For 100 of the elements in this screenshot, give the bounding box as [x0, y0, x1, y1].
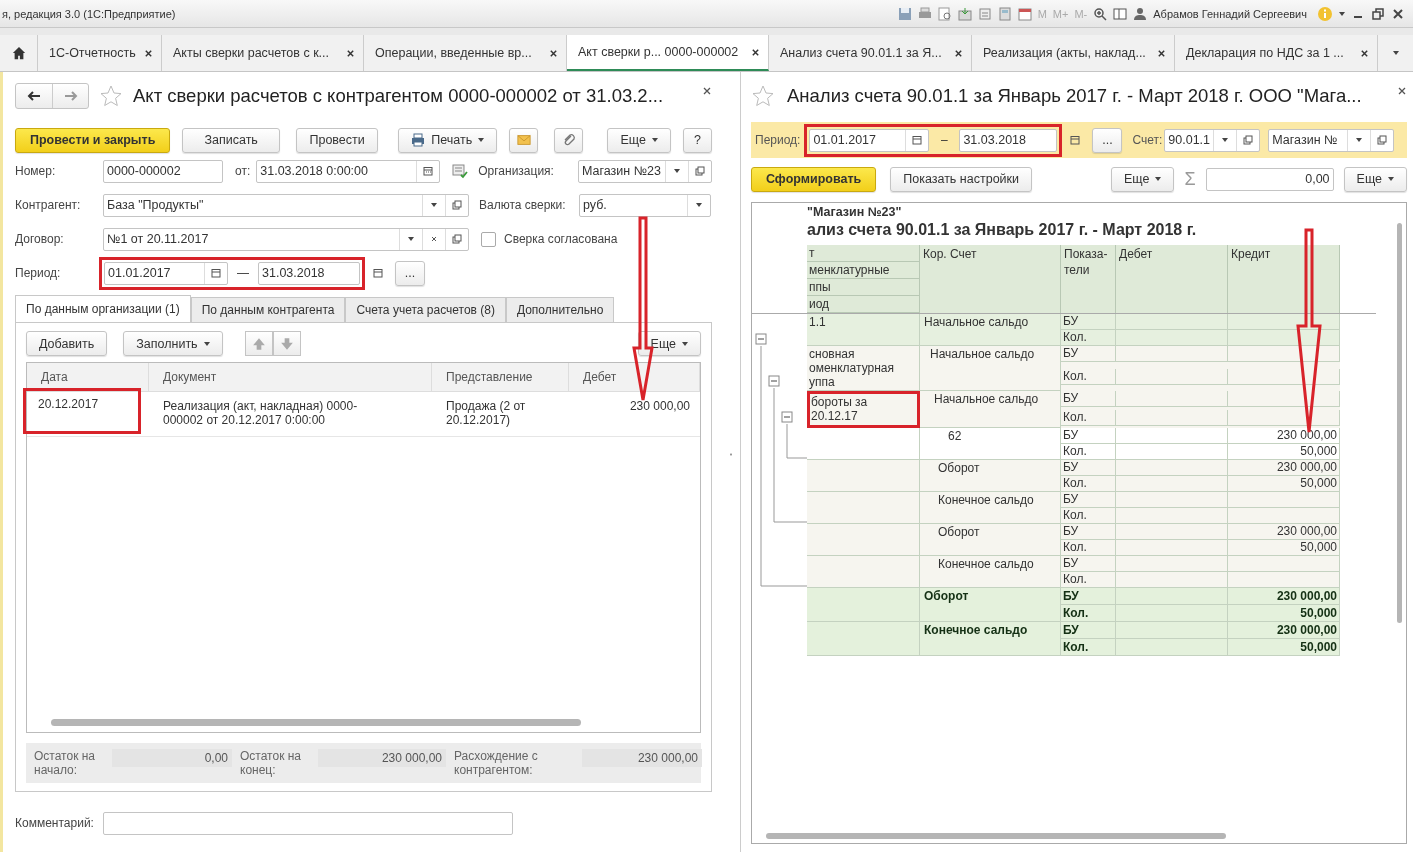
caret-icon[interactable] — [431, 203, 437, 207]
column-header[interactable]: Дебет — [569, 363, 700, 391]
field-label: Комментарий: — [15, 816, 95, 830]
caret-icon[interactable] — [1339, 11, 1345, 16]
fill-button[interactable]: Заполнить — [123, 331, 223, 356]
period-select-button[interactable]: ... — [1092, 127, 1123, 153]
document-icon[interactable] — [957, 6, 972, 21]
date-field[interactable]: 31.03.2018 — [258, 261, 360, 285]
tab[interactable]: Счета учета расчетов (8) — [345, 297, 506, 322]
currency-field[interactable]: руб. — [579, 193, 711, 217]
close-icon[interactable] — [1397, 86, 1407, 96]
tab[interactable]: Дополнительно — [505, 297, 615, 322]
open-window-icon[interactable] — [1243, 135, 1254, 145]
calendar-icon[interactable] — [423, 166, 434, 176]
account-field[interactable]: 90.01.1 — [1164, 128, 1261, 152]
move-down-button[interactable] — [272, 331, 301, 356]
more-button[interactable]: Еще — [1343, 166, 1407, 192]
more-button[interactable]: Еще — [607, 127, 671, 153]
window-tab[interactable]: Реализация (акты, наклад... — [972, 35, 1175, 71]
printer-icon — [411, 133, 426, 147]
window-tab[interactable]: Акт сверки р... 0000-000002 — [567, 35, 769, 71]
column-header[interactable]: Документ — [149, 363, 432, 391]
user-icon — [1133, 6, 1148, 21]
move-up-button[interactable] — [244, 331, 273, 356]
panel-icon[interactable] — [1113, 6, 1128, 21]
save-button[interactable]: Записать — [182, 127, 281, 153]
range-separator: — — [236, 266, 250, 280]
column-header[interactable]: Дата — [27, 363, 149, 391]
date-field[interactable]: 01.01.2017 — [104, 261, 228, 285]
number-field[interactable]: 0000-000002 — [103, 159, 223, 183]
close-icon[interactable] — [1360, 48, 1369, 58]
caret-icon[interactable] — [1222, 138, 1229, 142]
field-label: Период: — [15, 266, 62, 280]
restore-icon[interactable] — [1371, 6, 1385, 21]
table-cell: БУ — [1061, 622, 1116, 639]
table-cell-text: Реализация (акт, накладная) 0000-000002 от 20.12.2017 0:00:00 — [163, 399, 359, 427]
organization-field[interactable]: Магазин №23 — [578, 159, 712, 183]
print-icon[interactable] — [917, 6, 932, 21]
user-name[interactable]: Абрамов Геннадий Сергеевич — [1153, 7, 1307, 20]
star-icon[interactable] — [751, 84, 775, 108]
date-field[interactable]: 31.03.2018 — [959, 128, 1058, 152]
show-settings-button[interactable]: Показать настройки — [890, 166, 1032, 192]
post-button[interactable]: Провести — [296, 127, 379, 153]
window-tab[interactable]: Декларация по НДС за 1 ... — [1175, 35, 1378, 71]
preview-icon[interactable] — [937, 6, 952, 21]
date-field[interactable]: 01.01.2017 — [809, 128, 930, 152]
open-window-icon[interactable] — [452, 234, 462, 244]
help-button[interactable]: ? — [682, 127, 712, 153]
column-header: ппы — [807, 279, 920, 296]
print-button[interactable]: Печать — [398, 127, 498, 153]
caret-icon[interactable] — [674, 169, 680, 173]
window-tab[interactable]: Акты сверки расчетов с к... — [162, 35, 364, 71]
save-icon[interactable] — [897, 6, 912, 21]
organization-field[interactable]: Магазин № — [1268, 128, 1395, 152]
counterparty-field[interactable]: База "Продукты" — [103, 193, 469, 217]
close-icon[interactable] — [751, 47, 760, 57]
home-icon — [11, 46, 26, 60]
close-icon[interactable] — [144, 48, 153, 58]
caret-icon[interactable] — [1356, 138, 1363, 142]
add-button[interactable]: Добавить — [26, 331, 108, 356]
table-cell: 230 000,00 — [1228, 622, 1340, 639]
calendar-icon[interactable] — [1017, 6, 1032, 21]
clear-icon[interactable] — [429, 234, 439, 244]
comment-field[interactable] — [103, 811, 513, 835]
email-button[interactable] — [509, 127, 539, 153]
close-icon[interactable] — [1157, 48, 1166, 58]
attach-button[interactable] — [554, 127, 584, 153]
post-and-close-button[interactable]: Провести и закрыть — [15, 127, 171, 153]
close-icon[interactable] — [954, 48, 963, 58]
tab[interactable]: По данным контрагента — [190, 297, 346, 322]
checkbox-label[interactable]: Сверка согласована — [504, 232, 618, 246]
caret-icon[interactable] — [408, 237, 414, 241]
open-window-icon[interactable] — [1377, 135, 1388, 145]
close-icon[interactable] — [1391, 6, 1405, 21]
calendar-icon[interactable] — [211, 268, 221, 278]
contract-field[interactable]: №1 от 20.11.2017 — [103, 227, 469, 251]
more-button[interactable]: Еще — [1111, 166, 1175, 192]
home-tab[interactable] — [0, 35, 38, 71]
window-tab[interactable]: Операции, введенные вр... — [364, 35, 567, 71]
close-icon[interactable] — [346, 48, 355, 58]
close-icon[interactable] — [549, 48, 558, 58]
table-cell: БУ — [1061, 460, 1116, 476]
open-window-icon[interactable] — [695, 166, 705, 176]
calendar-icon[interactable] — [373, 268, 383, 278]
calendar-icon[interactable] — [912, 135, 923, 145]
column-header[interactable]: Представление — [432, 363, 569, 391]
generate-button[interactable]: Сформировать — [751, 166, 877, 192]
close-icon[interactable] — [702, 86, 712, 96]
calendar-icon[interactable] — [1070, 135, 1081, 145]
period-select-button[interactable]: ... — [395, 260, 425, 286]
caret-icon[interactable] — [696, 203, 702, 207]
zoom-icon[interactable] — [1093, 6, 1108, 21]
date-field[interactable]: 31.03.2018 0:00:00 — [256, 159, 441, 183]
star-icon[interactable] — [99, 84, 123, 108]
back-arrow-icon — [27, 91, 41, 101]
open-window-icon[interactable] — [452, 200, 462, 210]
tab[interactable]: По данным организации (1) — [15, 295, 191, 322]
checkbox[interactable] — [481, 231, 496, 247]
window-tab[interactable]: 1С-Отчетность — [38, 35, 162, 71]
window-tab[interactable]: Анализ счета 90.01.1 за Я... — [769, 35, 972, 71]
